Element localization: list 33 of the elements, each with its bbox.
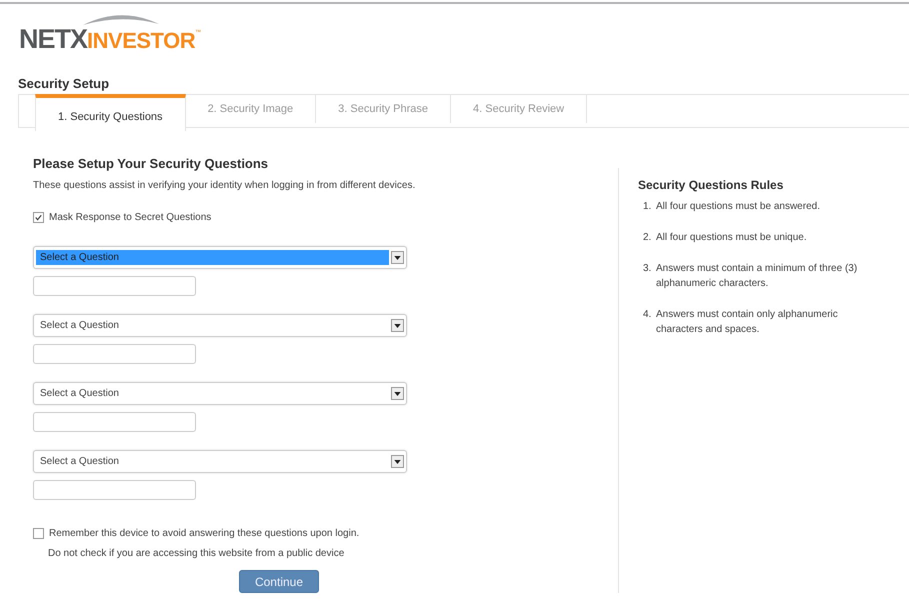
answer-field[interactable] <box>33 344 196 364</box>
tab[interactable]: 2. Security Image <box>186 95 316 123</box>
logo-text: INVESTOR <box>87 30 196 52</box>
checkbox[interactable] <box>33 528 44 539</box>
rule-text: All four questions must be answered. <box>656 200 820 214</box>
note-text: Do not check if you are accessing this website from a public device <box>48 548 346 559</box>
tab[interactable]: 4. Security Review <box>451 95 588 123</box>
checkbox[interactable] <box>33 212 44 223</box>
list-number: 2. <box>643 231 652 245</box>
continue-button[interactable]: Continue <box>239 570 319 593</box>
answer-field[interactable] <box>33 276 196 296</box>
answer-field[interactable] <box>33 412 196 432</box>
rule-text: All four questions must be unique. <box>656 231 807 245</box>
page-title: Security Setup <box>18 76 110 92</box>
tab[interactable]: 3. Security Phrase <box>316 95 452 123</box>
question-select[interactable]: Select a Question <box>33 382 407 405</box>
list-number: 3. <box>643 262 652 276</box>
rules-heading: Security Questions Rules <box>638 178 784 192</box>
question-select[interactable]: Select a Question <box>33 246 407 269</box>
list-number: 4. <box>643 308 652 322</box>
rule-text: Answers must contain a minimum of three (3) alphanumeric characters. <box>656 262 858 291</box>
checkbox-label: Remember this device to avoid answering these questions upon login. <box>49 528 360 539</box>
answer-field[interactable] <box>33 480 196 500</box>
question-select[interactable]: Select a Question <box>33 314 407 337</box>
rule-text: Answers must contain only alphanumeric characters and spaces. <box>656 308 839 337</box>
swoosh-icon <box>81 12 161 26</box>
section-heading: Please Setup Your Security Questions <box>33 156 270 172</box>
tab[interactable]: 1. Security Questions <box>35 94 186 131</box>
logo-text: NETX <box>19 26 88 52</box>
description: These questions assist in verifying your identity when logging in from different devices. <box>33 180 416 191</box>
list-number: 1. <box>643 200 652 214</box>
question-select[interactable]: Select a Question <box>33 450 407 473</box>
checkbox-label: Mask Response to Secret Questions <box>49 212 212 223</box>
